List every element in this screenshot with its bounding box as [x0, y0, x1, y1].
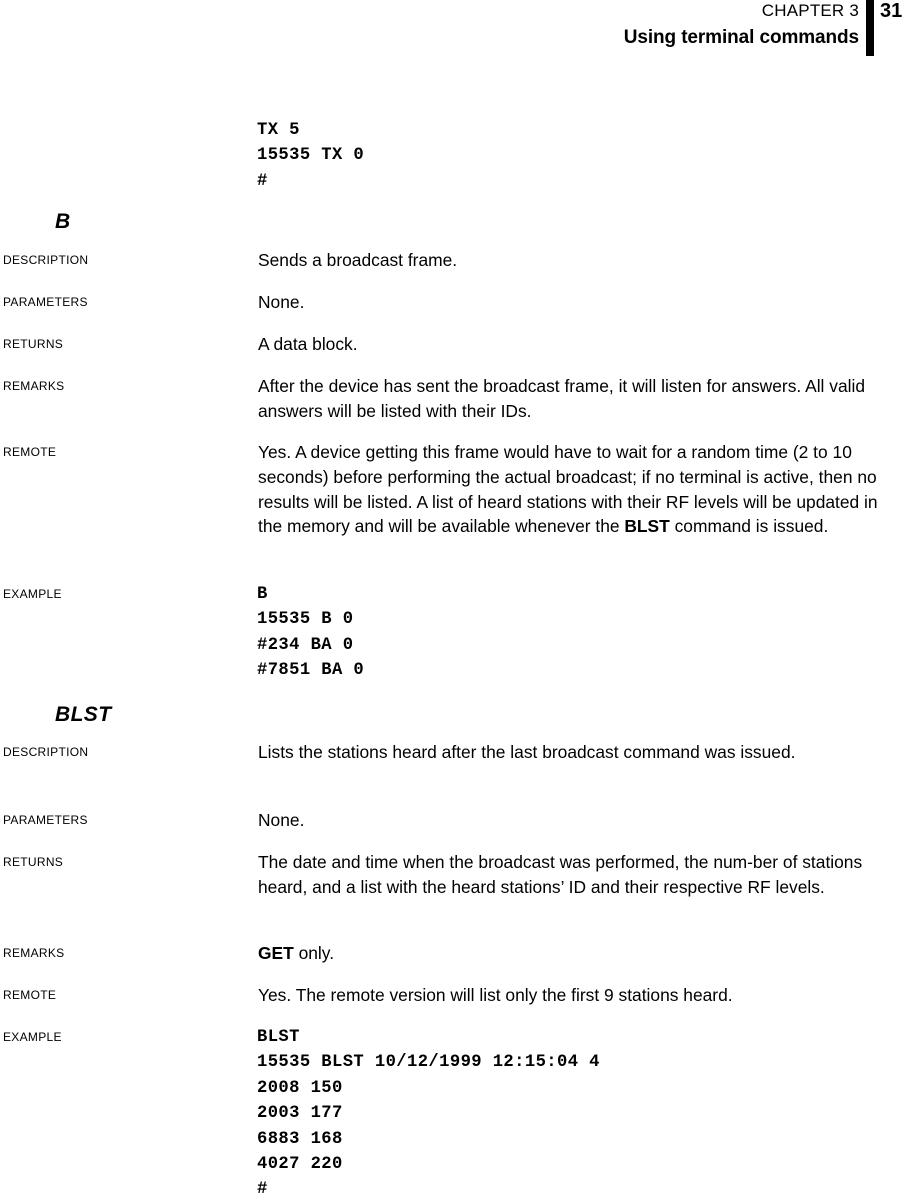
code-block-tx-example: TX 5 15535 TX 0 # [257, 121, 365, 191]
command-heading-blst: BLST [55, 703, 112, 726]
row-content: After the device has sent the broadcast … [258, 376, 866, 421]
row-content: GET only. [258, 941, 878, 966]
inline-command-get: GET [258, 943, 294, 963]
row-label: Parameters [3, 290, 88, 310]
row-label: Remarks [3, 374, 65, 394]
code-block-blst-example: BLST 15535 BLST 10/12/1999 12:15:04 4 20… [257, 1028, 600, 1200]
row-content: Lists the stations heard after the last … [258, 742, 796, 762]
code-block-b-example: B 15535 B 0 #234 BA 0 #7851 BA 0 [257, 585, 365, 681]
row-content: None. [258, 292, 305, 312]
row-label: Remarks [3, 941, 65, 961]
row-content-text-after: command is issued. [669, 516, 829, 537]
row-content-text-after: only. [293, 943, 335, 963]
row-content: Yes. The remote version will list only t… [258, 985, 733, 1005]
row-label: Example [3, 582, 62, 602]
row-label: Parameters [3, 808, 88, 828]
inline-command-blst: BLST [624, 516, 670, 537]
row-content: The date and time when the broadcast was… [258, 852, 863, 897]
row-content: Yes. A device getting this frame would h… [258, 440, 878, 539]
row-label: Returns [3, 332, 64, 352]
row-label: Remote [3, 440, 57, 460]
command-heading-b: B [55, 210, 71, 233]
row-content: A data block. [258, 334, 358, 354]
row-label: Example [3, 1025, 62, 1045]
row-label: Description [3, 248, 89, 268]
row-content: None. [258, 810, 305, 830]
row-label: Description [3, 740, 89, 760]
row-content: Sends a broadcast frame. [258, 250, 458, 270]
page-body: TX 5 15535 TX 0 # B Description Sends a … [0, 0, 907, 1199]
row-label: Returns [3, 850, 64, 870]
row-label: Remote [3, 983, 57, 1003]
